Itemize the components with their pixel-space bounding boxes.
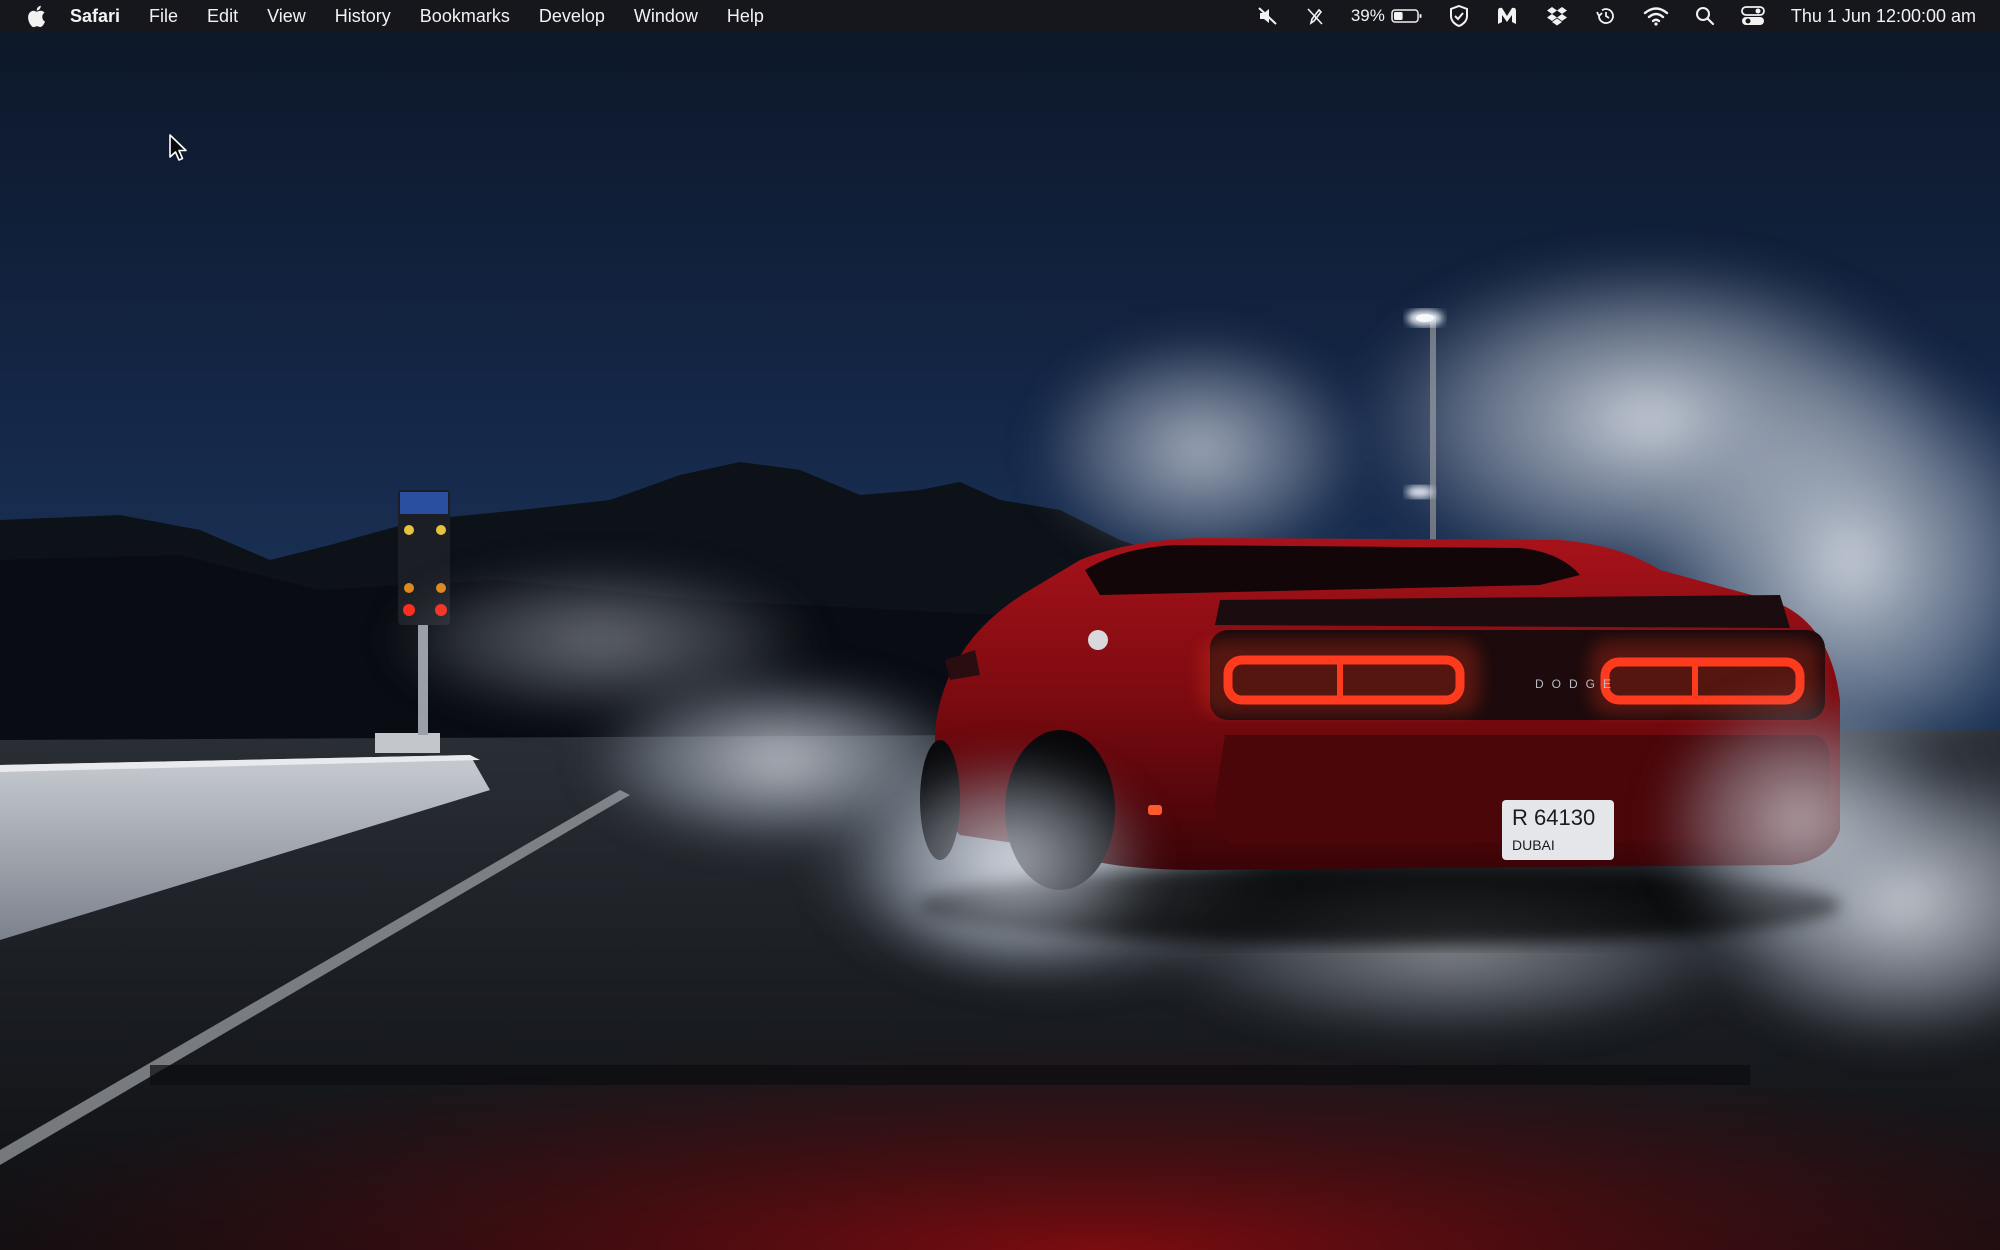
menu-bar: Safari File Edit View History Bookmarks … <box>0 0 2000 32</box>
car-badge-text: DODGE <box>1535 677 1619 691</box>
menu-view[interactable]: View <box>267 0 306 32</box>
dropbox-icon[interactable] <box>1545 0 1569 32</box>
mouse-pointer-icon <box>169 134 187 161</box>
menu-app-safari[interactable]: Safari <box>70 0 120 32</box>
battery-icon <box>1391 9 1422 23</box>
desktop[interactable]: DODGE R 64130 DUBAI <box>0 0 2000 1250</box>
menu-file[interactable]: File <box>149 0 178 32</box>
desktop-wallpaper: DODGE R 64130 DUBAI <box>0 0 2000 1250</box>
license-plate-number: R 64130 <box>1512 805 1595 830</box>
menu-bar-left: Safari File Edit View History Bookmarks … <box>0 0 793 32</box>
menu-bar-status-area: 39% Thu 1 Jun 12:00:00 am <box>1231 0 1976 32</box>
control-center-icon[interactable] <box>1740 0 1765 32</box>
time-machine-icon[interactable] <box>1595 0 1617 32</box>
battery-percent: 39% <box>1350 6 1385 25</box>
search-icon[interactable] <box>1695 0 1715 32</box>
pen-slash-icon[interactable] <box>1305 0 1325 32</box>
menu-bar-clock[interactable]: Thu 1 Jun 12:00:00 am <box>1791 6 1976 27</box>
menu-bookmarks[interactable]: Bookmarks <box>420 0 510 32</box>
menu-help[interactable]: Help <box>727 0 764 32</box>
speaker-muted-icon[interactable] <box>1257 0 1279 32</box>
license-plate-city: DUBAI <box>1512 837 1555 853</box>
wifi-icon[interactable] <box>1643 0 1669 32</box>
apple-logo-icon[interactable] <box>24 4 48 28</box>
menu-edit[interactable]: Edit <box>207 0 238 32</box>
shield-check-icon[interactable] <box>1449 0 1469 32</box>
menu-develop[interactable]: Develop <box>539 0 605 32</box>
menu-history[interactable]: History <box>335 0 391 32</box>
malwarebytes-icon[interactable] <box>1495 0 1519 32</box>
battery-status[interactable]: 39% <box>1351 0 1423 32</box>
menu-window[interactable]: Window <box>634 0 698 32</box>
